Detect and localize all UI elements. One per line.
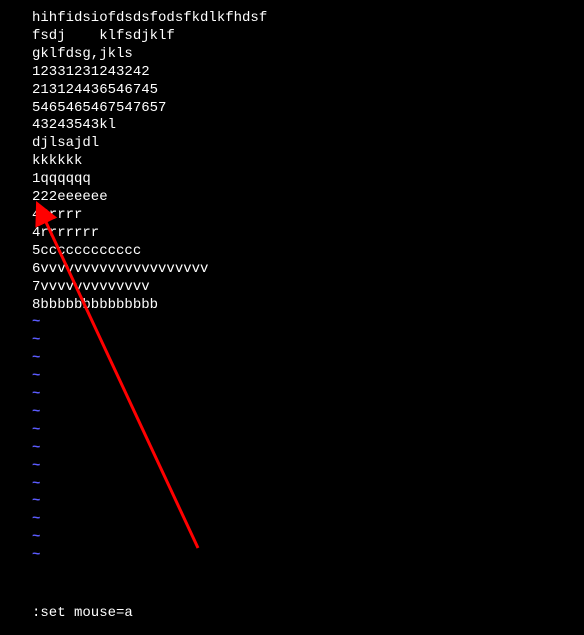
tilde-line: ~ xyxy=(32,511,584,529)
tilde-line: ~ xyxy=(32,404,584,422)
tilde-line: ~ xyxy=(32,368,584,386)
buffer-line[interactable]: 5cccccccccccc xyxy=(32,243,584,261)
buffer-line[interactable]: 7vvvvvvvvvvvvv xyxy=(32,279,584,297)
buffer-line[interactable]: gklfdsg,jkls xyxy=(32,46,584,64)
buffer-line[interactable]: 43243543kl xyxy=(32,117,584,135)
command-line[interactable]: :set mouse=a xyxy=(32,605,133,623)
tilde-line: ~ xyxy=(32,386,584,404)
tilde-line: ~ xyxy=(32,314,584,332)
buffer-line[interactable]: kkkkkk xyxy=(32,153,584,171)
terminal-editor[interactable]: hihfidsiofdsdsfodsfkdlkfhdsffsdj klfsdjk… xyxy=(0,0,584,635)
buffer-line[interactable]: fsdj klfsdjklf xyxy=(32,28,584,46)
buffer-line[interactable]: 5465465467547657 xyxy=(32,100,584,118)
buffer-line[interactable]: 4rrrrrrr xyxy=(32,225,584,243)
buffer-line[interactable]: 213124436546745 xyxy=(32,82,584,100)
tilde-line: ~ xyxy=(32,350,584,368)
buffer-line[interactable]: 12331231243242 xyxy=(32,64,584,82)
buffer-line[interactable]: hihfidsiofdsdsfodsfkdlkfhdsf xyxy=(32,10,584,28)
buffer-line[interactable]: 6vvvvvvvvvvvvvvvvvvvv xyxy=(32,261,584,279)
tilde-line: ~ xyxy=(32,529,584,547)
tilde-line: ~ xyxy=(32,422,584,440)
buffer-line[interactable]: 222eeeeee xyxy=(32,189,584,207)
buffer-line[interactable]: 43rrrr xyxy=(32,207,584,225)
tilde-line: ~ xyxy=(32,440,584,458)
tilde-line: ~ xyxy=(32,476,584,494)
tilde-line: ~ xyxy=(32,458,584,476)
tilde-line: ~ xyxy=(32,332,584,350)
buffer-line[interactable]: 1qqqqqq xyxy=(32,171,584,189)
empty-lines: ~~~~~~~~~~~~~~ xyxy=(32,314,584,565)
buffer-line[interactable]: 8bbbbbbbbbbbbbb xyxy=(32,297,584,315)
tilde-line: ~ xyxy=(32,493,584,511)
buffer-content[interactable]: hihfidsiofdsdsfodsfkdlkfhdsffsdj klfsdjk… xyxy=(32,10,584,314)
buffer-line[interactable]: djlsajdl xyxy=(32,135,584,153)
tilde-line: ~ xyxy=(32,547,584,565)
